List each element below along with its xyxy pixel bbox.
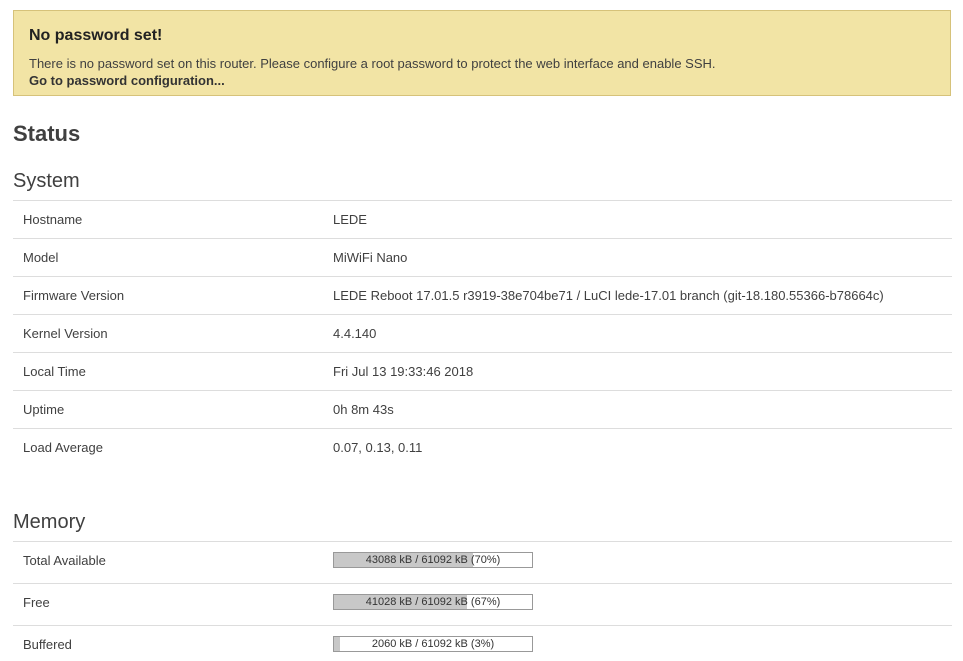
row-value: 0h 8m 43s	[333, 402, 394, 417]
system-table: Hostname LEDE Model MiWiFi Nano Firmware…	[13, 200, 952, 466]
row-label: Hostname	[23, 212, 83, 227]
progress-text: 41028 kB / 61092 kB (67%)	[365, 596, 501, 608]
alert-message-text: There is no password set on this router.…	[29, 56, 716, 71]
row-value: 2060 kB / 61092 kB (3%)	[333, 636, 533, 652]
password-config-link[interactable]: Go to password configuration...	[29, 72, 935, 89]
row-label: Model	[23, 250, 59, 265]
row-value: Fri Jul 13 19:33:46 2018	[333, 364, 474, 379]
progress-text: 2060 kB / 61092 kB (3%)	[371, 638, 495, 650]
table-row-hostname: Hostname LEDE	[13, 200, 952, 238]
row-label: Buffered	[23, 637, 72, 652]
row-value: 0.07, 0.13, 0.11	[333, 440, 423, 455]
row-value: LEDE Reboot 17.01.5 r3919-38e704be71 / L…	[333, 288, 884, 303]
table-row-free: Free 41028 kB / 61092 kB (67%)	[13, 583, 952, 625]
table-row-firmware-version: Firmware Version LEDE Reboot 17.01.5 r39…	[13, 276, 952, 314]
alert-title: No password set!	[29, 27, 163, 44]
row-label: Local Time	[23, 364, 86, 379]
no-password-alert: No password set! There is no password se…	[13, 10, 951, 96]
table-row-local-time: Local Time Fri Jul 13 19:33:46 2018	[13, 352, 952, 390]
row-value: 4.4.140	[333, 326, 377, 341]
alert-message: There is no password set on this router.…	[29, 55, 935, 89]
row-label: Uptime	[23, 402, 65, 417]
table-row-kernel-version: Kernel Version 4.4.140	[13, 314, 952, 352]
memory-table: Total Available 43088 kB / 61092 kB (70%…	[13, 541, 952, 661]
row-value: MiWiFi Nano	[333, 250, 408, 265]
status-page: No password set! There is no password se…	[0, 0, 963, 661]
table-row-model: Model MiWiFi Nano	[13, 238, 952, 276]
row-value: 43088 kB / 61092 kB (70%)	[333, 552, 533, 568]
table-row-load-average: Load Average 0.07, 0.13, 0.11	[13, 428, 952, 466]
row-label: Kernel Version	[23, 326, 108, 341]
row-label: Free	[23, 595, 50, 610]
memory-progress-bar: 41028 kB / 61092 kB (67%)	[333, 594, 533, 610]
table-row-uptime: Uptime 0h 8m 43s	[13, 390, 952, 428]
table-row-total-available: Total Available 43088 kB / 61092 kB (70%…	[13, 541, 952, 583]
memory-section-title: Memory	[13, 511, 86, 533]
row-label: Load Average	[23, 440, 103, 455]
row-value: 41028 kB / 61092 kB (67%)	[333, 594, 533, 610]
row-value: LEDE	[333, 212, 367, 227]
memory-progress-bar: 43088 kB / 61092 kB (70%)	[333, 552, 533, 568]
memory-progress-bar: 2060 kB / 61092 kB (3%)	[333, 636, 533, 652]
system-section-title: System	[13, 170, 80, 192]
progress-text: 43088 kB / 61092 kB (70%)	[365, 554, 501, 566]
page-title: Status	[13, 121, 81, 146]
row-label: Firmware Version	[23, 288, 125, 303]
table-row-buffered: Buffered 2060 kB / 61092 kB (3%)	[13, 625, 952, 661]
row-label: Total Available	[23, 553, 106, 568]
